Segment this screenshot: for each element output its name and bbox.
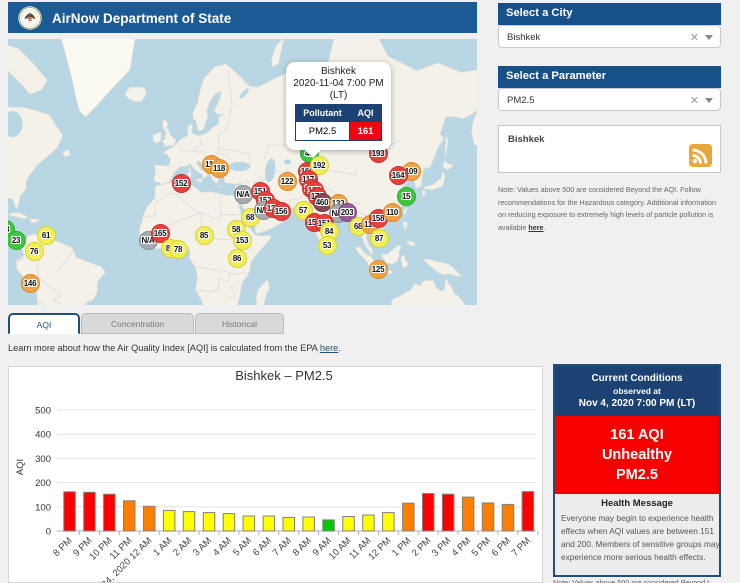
svg-text:6 PM: 6 PM xyxy=(490,535,514,559)
svg-text:10 PM: 10 PM xyxy=(87,535,114,562)
svg-text:400: 400 xyxy=(35,430,51,441)
svg-text:8 PM: 8 PM xyxy=(51,535,75,559)
svg-text:2 AM: 2 AM xyxy=(171,535,194,558)
svg-text:3 PM: 3 PM xyxy=(430,535,454,559)
svg-text:6 AM: 6 AM xyxy=(251,535,274,558)
svg-text:4 PM: 4 PM xyxy=(450,535,474,559)
svg-text:100: 100 xyxy=(35,502,51,513)
svg-text:500: 500 xyxy=(35,406,51,417)
svg-text:300: 300 xyxy=(35,454,51,465)
svg-text:7 PM: 7 PM xyxy=(510,535,534,559)
svg-text:1 AM: 1 AM xyxy=(151,535,174,558)
svg-text:12 PM: 12 PM xyxy=(366,535,393,562)
svg-text:AQI: AQI xyxy=(15,459,26,475)
svg-text:1 PM: 1 PM xyxy=(390,535,414,559)
svg-text:4 AM: 4 AM xyxy=(211,535,234,558)
svg-text:10 AM: 10 AM xyxy=(327,535,354,562)
svg-text:Bishkek – PM2.5: Bishkek – PM2.5 xyxy=(235,368,333,383)
svg-text:5 PM: 5 PM xyxy=(470,535,494,559)
svg-text:0: 0 xyxy=(46,527,51,538)
svg-text:7 AM: 7 AM xyxy=(271,535,294,558)
svg-text:200: 200 xyxy=(35,478,51,489)
svg-text:5 AM: 5 AM xyxy=(231,535,254,558)
svg-text:2 PM: 2 PM xyxy=(410,535,434,559)
svg-text:3 AM: 3 AM xyxy=(191,535,214,558)
svg-text:8 AM: 8 AM xyxy=(291,535,314,558)
